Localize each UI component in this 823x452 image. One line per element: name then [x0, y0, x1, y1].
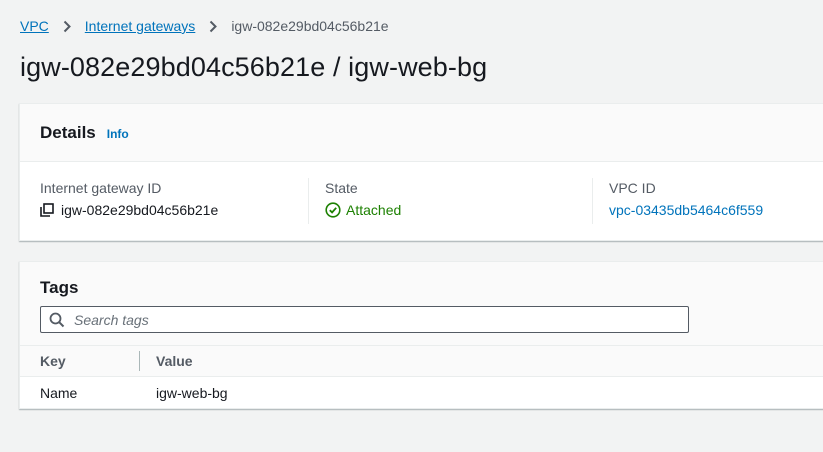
- table-row: Name igw-web-bg: [20, 377, 823, 409]
- internet-gateway-id-value: igw-082e29bd04c56b21e: [61, 202, 219, 218]
- breadcrumb-current: igw-082e29bd04c56b21e: [231, 18, 389, 34]
- column-header-value[interactable]: Value: [156, 353, 193, 369]
- copy-icon[interactable]: [40, 203, 54, 217]
- field-label: VPC ID: [609, 180, 656, 196]
- breadcrumb-link-internet-gateways[interactable]: Internet gateways: [85, 18, 196, 34]
- info-link[interactable]: Info: [107, 127, 129, 141]
- column-header-key[interactable]: Key: [40, 353, 66, 369]
- details-columns: Internet gateway ID igw-082e29bd04c56b21…: [20, 162, 823, 224]
- details-title: Details: [40, 122, 96, 142]
- tag-key-cell: Name: [40, 385, 78, 401]
- tags-panel: Tags Key Value Name igw-web-bg: [19, 261, 823, 409]
- tags-table-header: Key Value: [20, 346, 823, 377]
- column-divider[interactable]: [139, 351, 140, 371]
- chevron-right-icon: [209, 20, 218, 33]
- tags-header: Tags: [20, 262, 823, 346]
- search-tags-input[interactable]: [74, 311, 654, 328]
- state-field: State Attached: [308, 178, 592, 224]
- tags-title: Tags: [40, 278, 79, 297]
- vpc-id-field: VPC ID vpc-03435db5464c6f559: [592, 178, 823, 224]
- tag-value-cell: igw-web-bg: [156, 385, 228, 401]
- field-value-row: igw-082e29bd04c56b21e: [40, 200, 308, 220]
- breadcrumb-link-vpc[interactable]: VPC: [20, 18, 49, 34]
- breadcrumb: VPC Internet gateways igw-082e29bd04c56b…: [20, 16, 389, 36]
- field-label: Internet gateway ID: [40, 180, 162, 196]
- field-value-row: vpc-03435db5464c6f559: [609, 200, 823, 220]
- state-value: Attached: [346, 202, 402, 218]
- search-box[interactable]: [40, 306, 689, 333]
- internet-gateway-id-field: Internet gateway ID igw-082e29bd04c56b21…: [20, 178, 308, 224]
- vpc-id-link[interactable]: vpc-03435db5464c6f559: [609, 200, 763, 220]
- details-header: Details Info: [20, 104, 823, 162]
- page-title: igw-082e29bd04c56b21e / igw-web-bg: [20, 52, 488, 82]
- search-icon: [49, 312, 65, 328]
- status-success-icon: [325, 202, 341, 218]
- chevron-right-icon: [63, 20, 71, 33]
- field-value-row: Attached: [325, 200, 592, 220]
- details-panel: Details Info Internet gateway ID igw-082…: [19, 103, 823, 241]
- field-label: State: [325, 180, 358, 196]
